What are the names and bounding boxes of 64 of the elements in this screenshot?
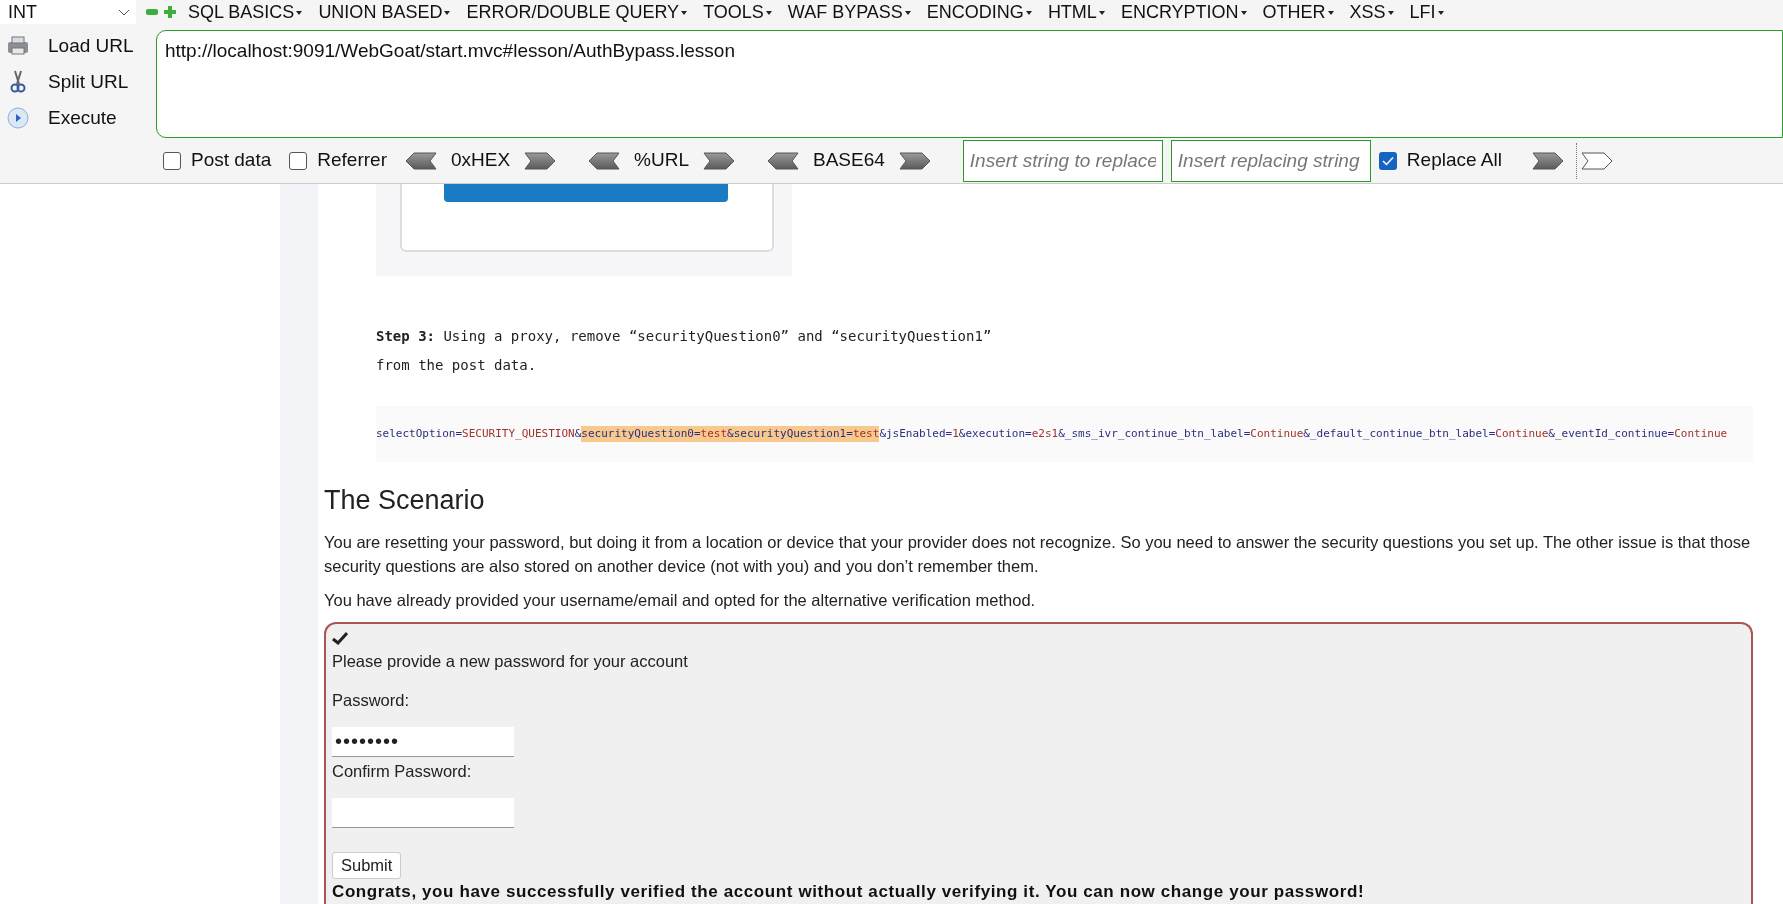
url-field[interactable]: http://localhost:9091/WebGoat/start.mvc#lesson/AuthBypass.lesson [156, 30, 1783, 138]
caret-icon [1437, 11, 1444, 15]
checkbox-label[interactable]: Replace All [1406, 146, 1502, 175]
section-heading: The Scenario [324, 483, 486, 517]
caret-icon [296, 11, 303, 15]
action-button[interactable]: Load URL [48, 31, 134, 61]
printer-icon [7, 36, 29, 56]
mode-select[interactable]: INT [0, 0, 136, 24]
checkbox[interactable] [289, 151, 308, 170]
caret-icon [1387, 11, 1394, 15]
paragraph: You have already provided your username/email and opted for the alternative verification method. [324, 590, 1037, 612]
menu-item[interactable]: UNION BASED [318, 0, 451, 26]
checkbox[interactable] [163, 151, 181, 170]
menu-item[interactable]: WAF BYPASS [787, 0, 911, 26]
right-arrow-icon[interactable] [1580, 151, 1613, 170]
menu-item[interactable]: LFI [1409, 0, 1444, 26]
menu-item[interactable]: XSS [1349, 0, 1394, 26]
encoder-label: %URL [634, 148, 689, 173]
step-text: Step 3: Using a proxy, remove “securityQuestion0” and “securityQuestion1” from the post data. [376, 327, 993, 376]
menu-item[interactable]: OTHER [1262, 0, 1334, 26]
caret-icon [904, 11, 911, 15]
action-button[interactable]: Split URL [48, 67, 129, 97]
caret-icon [1327, 11, 1334, 15]
menu-item[interactable]: SQL BASICS [188, 0, 303, 26]
field-label: Confirm Password: [332, 760, 472, 782]
left-arrow-icon[interactable] [404, 151, 437, 170]
right-arrow-icon[interactable] [703, 151, 735, 170]
replace-field[interactable]: Insert replacing string [1170, 139, 1371, 182]
caret-icon [1240, 11, 1247, 15]
action-button[interactable]: Execute [48, 103, 117, 133]
menu-item[interactable]: TOOLS [703, 0, 772, 26]
right-arrow-icon[interactable] [524, 151, 557, 170]
field-label: Password: [332, 690, 410, 711]
play-icon [7, 107, 29, 129]
success-message: Congrats, you have successfully verified the account without actually verifying it. You can now change your password! [332, 880, 1365, 903]
checkmark-icon [332, 632, 348, 646]
plus-icon[interactable] [164, 6, 176, 18]
menu-item[interactable]: ENCODING [926, 0, 1032, 26]
left-arrow-icon[interactable] [767, 151, 799, 170]
left-arrow-icon[interactable] [588, 151, 621, 170]
right-arrow-icon[interactable] [1531, 151, 1564, 170]
checkbox-label[interactable]: Post data [191, 146, 272, 175]
encoder-label: BASE64 [813, 148, 885, 173]
password-field[interactable]: •••••••• [332, 726, 514, 757]
chevron-down-icon [118, 8, 130, 16]
encoder-label: 0xHEX [450, 148, 511, 173]
caret-icon [444, 11, 451, 15]
menu-item[interactable]: ENCRYPTION [1120, 0, 1247, 26]
menu-item[interactable]: ERROR/DOUBLE QUERY [466, 0, 688, 26]
caret-icon [765, 11, 772, 15]
scissors-icon [10, 70, 26, 94]
menu-item[interactable]: HTML [1047, 0, 1105, 26]
form-intro: Please provide a new password for your account [332, 651, 688, 673]
caret-icon [681, 11, 688, 15]
checkbox[interactable] [1378, 151, 1397, 170]
password-field[interactable] [332, 797, 514, 828]
submit-button[interactable]: Submit [332, 851, 402, 879]
checkmark-icon [1381, 155, 1394, 166]
caret-icon [1025, 11, 1032, 15]
right-arrow-icon[interactable] [898, 151, 931, 170]
caret-icon [1098, 11, 1105, 15]
minus-icon[interactable] [146, 8, 158, 16]
paragraph: You are resetting your password, but doing it from a location or device that your provider does not recognize. So you need to answer the security questions you set up. The other issue is that those security questions are also stored on another device (not with you) and you don’t remember them. [324, 532, 1752, 578]
checkbox-label[interactable]: Referrer [317, 146, 387, 175]
